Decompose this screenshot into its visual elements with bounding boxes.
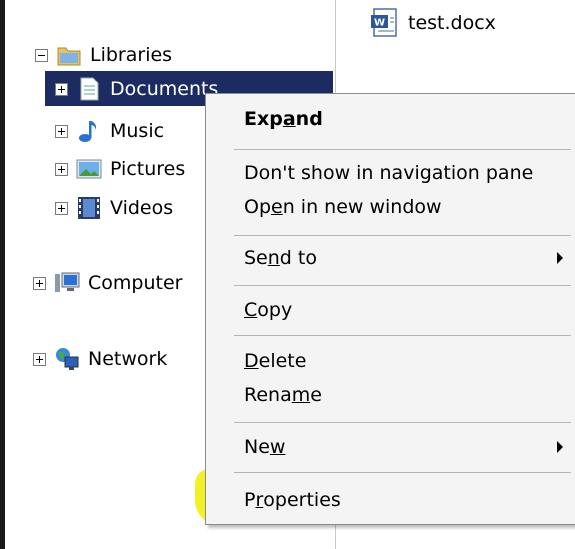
menu-separator (234, 472, 571, 473)
expand-icon[interactable] (33, 352, 46, 366)
libraries-folder-icon (57, 47, 81, 66)
menu-item-open-new-window[interactable]: Op e n in new window (244, 192, 442, 222)
menu-item-dont-show[interactable]: Don't show in navigation pane (244, 158, 533, 188)
menu-separator (234, 335, 571, 336)
tree-label: Network (88, 348, 168, 370)
menu-item-new[interactable]: Ne w (244, 432, 575, 462)
expand-icon[interactable] (55, 82, 68, 96)
menu-item-expand[interactable]: Exp a nd (244, 104, 323, 134)
music-icon (79, 121, 96, 142)
menu-separator (234, 235, 571, 236)
svg-text:W: W (374, 18, 385, 29)
tree-label: Libraries (90, 44, 173, 66)
context-menu: Exp a nd Don't show in navigation pane Op e… (205, 93, 575, 525)
tree-label: Computer (88, 272, 183, 294)
tree-label: Pictures (110, 158, 186, 180)
menu-item-send-to[interactable]: Se n d to (244, 243, 575, 273)
collapse-icon[interactable] (35, 48, 48, 62)
menu-item-delete[interactable]: Delete (244, 346, 306, 376)
file-item[interactable]: W test.docx (370, 8, 496, 38)
tree-item-music[interactable]: Music (55, 114, 164, 148)
expand-icon[interactable] (55, 162, 68, 176)
window-left-border (0, 0, 5, 549)
computer-icon (55, 272, 80, 292)
pictures-icon (76, 159, 102, 179)
videos-icon (78, 197, 100, 219)
submenu-arrow-icon (557, 441, 563, 453)
expand-icon[interactable] (33, 276, 46, 290)
tree-item-videos[interactable]: Videos (55, 191, 173, 225)
tree-item-computer[interactable]: Computer (33, 266, 182, 300)
menu-item-rename[interactable]: Rena m e (244, 380, 322, 410)
expand-icon[interactable] (55, 124, 68, 138)
file-name: test.docx (408, 12, 496, 34)
word-document-icon: W (371, 8, 397, 37)
menu-item-properties[interactable]: Pr operties (244, 485, 341, 515)
tree-item-network[interactable]: Network (33, 342, 167, 376)
menu-separator (234, 285, 571, 286)
tree-label: Videos (110, 197, 174, 219)
menu-separator (234, 149, 571, 150)
submenu-arrow-icon (557, 252, 563, 264)
menu-item-copy[interactable]: Copy (244, 295, 292, 325)
tree-item-libraries[interactable]: Libraries (35, 38, 172, 72)
tree-label: Documents (110, 78, 219, 100)
tree-item-documents[interactable]: Documents (55, 72, 218, 106)
expand-icon[interactable] (55, 201, 68, 215)
menu-separator (234, 422, 571, 423)
documents-icon (80, 77, 99, 101)
tree-label: Music (110, 120, 165, 142)
tree-item-pictures[interactable]: Pictures (55, 152, 185, 186)
network-icon (56, 348, 79, 370)
